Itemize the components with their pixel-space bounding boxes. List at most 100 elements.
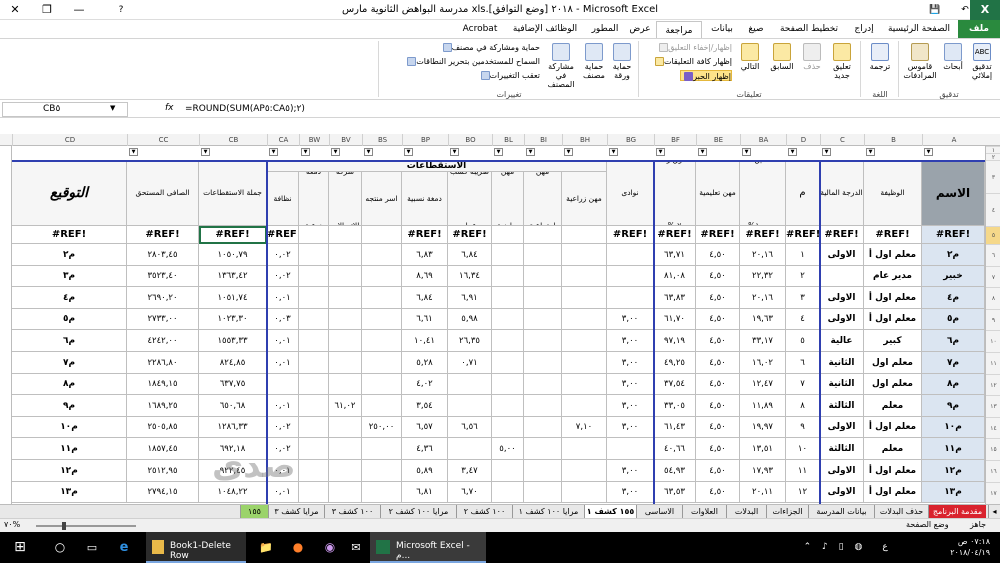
cell-c[interactable]: الاولى [820, 309, 864, 330]
cell-bs[interactable] [362, 244, 402, 266]
formula-input[interactable]: =ROUND(SUM(AP٥:CA٥);٢) [185, 102, 1000, 117]
cell-bg[interactable] [607, 287, 654, 309]
row-header[interactable]: ١١ [986, 352, 1000, 373]
cell-ba[interactable]: ٣٣,١٧ [740, 330, 786, 352]
cell-bs[interactable] [362, 482, 402, 503]
cell-d[interactable]: ١ [786, 244, 820, 266]
cell-bw[interactable] [299, 438, 329, 460]
cell-bs[interactable] [362, 374, 402, 395]
cell-bh[interactable] [562, 266, 607, 287]
filter-dropdown-icon[interactable]: ▼ [404, 148, 413, 156]
cell-bl[interactable] [492, 395, 524, 417]
cell-ba[interactable]: ٢٠,١١ [740, 482, 786, 503]
cell-d[interactable]: ٥ [786, 330, 820, 352]
cell-bg[interactable]: ٣,٠٠ [607, 374, 654, 395]
cell-d[interactable]: ٢ [786, 266, 820, 287]
row-header[interactable]: ١ [986, 146, 1000, 154]
cell-cd[interactable]: م٩ [12, 395, 127, 417]
column-header-bf[interactable]: BF [654, 134, 696, 146]
filter-dropdown-icon[interactable]: ▼ [201, 148, 210, 156]
cell-bi[interactable] [524, 352, 562, 374]
filter-dropdown-icon[interactable]: ▼ [364, 148, 373, 156]
cell-cc[interactable]: ٢٥٠٥,٨٥ [127, 417, 199, 438]
cell-bi[interactable] [524, 244, 562, 266]
cell-ba[interactable]: ١٦,٠٢ [740, 352, 786, 374]
cell-bw[interactable] [299, 374, 329, 395]
filter-dropdown-icon[interactable]: ▼ [129, 148, 138, 156]
cell-bp[interactable]: ٨,٦٩ [402, 266, 448, 287]
cell-bv[interactable] [329, 460, 362, 482]
cell-b[interactable]: معلم اول أ [864, 417, 922, 438]
cell-bw[interactable] [299, 287, 329, 309]
cell-bw[interactable] [299, 309, 329, 330]
row-header[interactable]: ٧ [986, 266, 1000, 287]
cell-a[interactable]: خبير [922, 266, 985, 287]
cell-d[interactable]: ٩ [786, 417, 820, 438]
cell-cc[interactable]: ٤٢٤٢,٠٠ [127, 330, 199, 352]
tab-file[interactable]: ملف [958, 20, 1000, 38]
new-comment-button[interactable]: تعليق جديد [826, 43, 858, 89]
cell-d[interactable]: ١١ [786, 460, 820, 482]
start-icon[interactable]: ⊞ [0, 532, 40, 563]
show-ink[interactable]: إظهار الحبر [680, 70, 732, 81]
row-header[interactable]: ١٥ [986, 438, 1000, 459]
cell-ba[interactable]: ١٣,٥١ [740, 438, 786, 460]
cell-bo[interactable] [448, 374, 492, 395]
cell-bg[interactable]: ٣,٠٠ [607, 395, 654, 417]
show-all-comments[interactable]: إظهار كافة التعليقات [640, 56, 732, 67]
media-icon[interactable]: ◉ [318, 532, 342, 563]
cell-bv[interactable] [329, 266, 362, 287]
cell-cb[interactable]: ١٥٥٣,٣٣ [199, 330, 267, 352]
cell-bw[interactable] [299, 460, 329, 482]
cell-bw[interactable] [299, 330, 329, 352]
protect-workbook-button[interactable]: حماية مصنف [580, 43, 608, 89]
cell-bh[interactable] [562, 352, 607, 374]
cell-be[interactable]: ٤,٥٠ [696, 438, 740, 460]
cell-bp[interactable]: ١٠,٤١ [402, 330, 448, 352]
ref-error-cell[interactable]: #REF! [922, 226, 985, 244]
fx-icon[interactable]: fx [165, 103, 174, 113]
cell-bi[interactable] [524, 287, 562, 309]
filter-dropdown-icon[interactable]: ▼ [788, 148, 797, 156]
cell-bo[interactable]: ٣,٤٧ [448, 460, 492, 482]
save-icon[interactable]: 💾 [920, 0, 950, 20]
ref-error-cell[interactable]: #REF! [199, 226, 267, 244]
cell-ca[interactable]: ٠,٠١ [267, 330, 299, 352]
filter-dropdown-icon[interactable]: ▼ [822, 148, 831, 156]
column-header-d[interactable]: D [786, 134, 820, 146]
sheet-tab[interactable]: ١٥٥ [240, 505, 268, 519]
filter-dropdown-icon[interactable]: ▼ [866, 148, 875, 156]
filter-dropdown-icon[interactable]: ▼ [331, 148, 340, 156]
filter-dropdown-icon[interactable]: ▼ [301, 148, 310, 156]
cell-b[interactable]: معلم [864, 438, 922, 460]
column-header-bl[interactable]: BL [492, 134, 524, 146]
cell-bi[interactable] [524, 330, 562, 352]
worksheet-grid[interactable]: ▼ ▼ ▼ ▼ ▼ ▼ ▼ ▼ ▼ ▼ ▼ ▼ ▼ ▼ ▼ ▼ ▼ ▼ ▼ الاسم الوظيفة الدرجة ال… [12, 146, 985, 504]
cell-cb[interactable]: ١٠٢٣,٣٠ [199, 309, 267, 330]
cell-b[interactable]: معلم اول [864, 374, 922, 395]
share-workbook-button[interactable]: مشاركة في المصنف [542, 43, 580, 89]
cell-bv[interactable] [329, 330, 362, 352]
cell-bs[interactable] [362, 287, 402, 309]
cell-bl[interactable] [492, 482, 524, 503]
thesaurus-button[interactable]: قاموس المرادفات [900, 43, 940, 89]
cell-bw[interactable] [299, 244, 329, 266]
cell-b[interactable]: معلم [864, 395, 922, 417]
spelling-button[interactable]: ABC تدقيق إملائي [966, 43, 998, 89]
ref-error-cell[interactable]: #REF! [267, 226, 299, 244]
cell-cd[interactable]: م١١ [12, 438, 127, 460]
cell-bg[interactable] [607, 244, 654, 266]
cell-ca[interactable] [267, 374, 299, 395]
row-header[interactable]: ٩ [986, 309, 1000, 330]
tab-home[interactable]: الصفحة الرئيسية [882, 20, 956, 38]
cell-bv[interactable]: ٦١,٠٢ [329, 395, 362, 417]
sheet-nav-icon[interactable]: ◂ [988, 505, 1000, 519]
cell-bi[interactable] [524, 438, 562, 460]
cell-bp[interactable]: ٦,٦١ [402, 309, 448, 330]
cell-ba[interactable]: ١٩,٩٧ [740, 417, 786, 438]
row-header[interactable]: ٥ [986, 226, 1000, 244]
cell-ba[interactable]: ٢٠,١٦ [740, 287, 786, 309]
cell-c[interactable]: الاولى [820, 482, 864, 503]
cell-bo[interactable]: ٦,٩١ [448, 287, 492, 309]
cell-c[interactable]: الاولى [820, 417, 864, 438]
